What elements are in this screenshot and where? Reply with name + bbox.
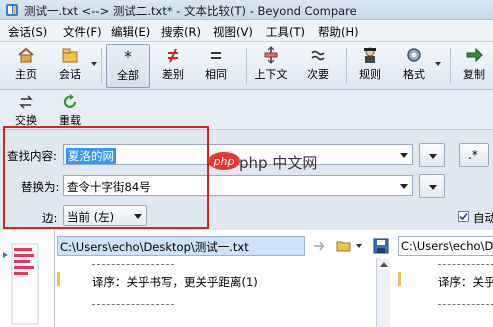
history-arrow-icon[interactable] xyxy=(312,238,328,254)
window-title: 测试一.txt <--> 测试二.txt* - 文本比较(T) - Beyond… xyxy=(24,4,357,18)
minor-button[interactable]: 次要 xyxy=(300,44,336,88)
separator-dashes xyxy=(92,304,174,305)
chevron-down-icon xyxy=(429,154,437,159)
sessions-dropdown-arrow-icon[interactable] xyxy=(91,62,97,66)
main-toolbar: 主页 会话 * 全部 差别 相同 上下文 次要 规则 格式 复制 xyxy=(0,42,493,90)
referee-icon xyxy=(364,47,376,63)
change-marker xyxy=(398,272,401,286)
find-dropdown-arrow-icon[interactable] xyxy=(400,153,408,158)
menu-help[interactable]: 帮助(H) xyxy=(318,24,359,40)
find-options-button[interactable] xyxy=(419,143,445,167)
compare-area: C:\Users\echo\Desktop\测试一.txt C:\Users\e… xyxy=(0,230,493,327)
right-path-value: C:\Users\echo\D xyxy=(401,239,493,253)
secondary-toolbar: 交换 重载 xyxy=(0,90,493,130)
sessions-button[interactable]: 会话 xyxy=(52,44,97,88)
left-path-field[interactable]: C:\Users\echo\Desktop\测试一.txt xyxy=(57,236,305,256)
menu-edit[interactable]: 编辑(E) xyxy=(111,24,150,40)
svg-text:php: php xyxy=(213,155,235,168)
thumbnail-pane[interactable] xyxy=(0,230,55,327)
copy-arrow-icon xyxy=(466,47,483,63)
toolbar-separator xyxy=(450,48,451,84)
menu-search[interactable]: 搜索(R) xyxy=(161,24,201,40)
replace-dropdown-arrow-icon[interactable] xyxy=(400,184,408,189)
menu-tools[interactable]: 工具(T) xyxy=(266,24,305,40)
left-text-line: 译序：关乎书写，更关乎距离(1) xyxy=(92,275,258,289)
beyond-compare-app-icon xyxy=(6,4,18,16)
right-text-line: 译序：关乎 xyxy=(438,275,493,289)
copy-button[interactable]: 复制 xyxy=(456,44,492,88)
right-path-field[interactable]: C:\Users\echo\D xyxy=(398,236,493,256)
menu-session[interactable]: 会话(S) xyxy=(8,24,47,40)
swap-icon xyxy=(19,95,33,109)
replace-options-button[interactable] xyxy=(419,174,445,198)
separator-dashes xyxy=(92,264,174,265)
auto-label: 自动 xyxy=(473,211,493,225)
sessions-icon xyxy=(62,48,78,63)
approx-equal-icon xyxy=(311,50,325,61)
title-bar: 测试一.txt <--> 测试二.txt* - 文本比较(T) - Beyond… xyxy=(0,0,493,20)
scroll-up-icon[interactable] xyxy=(380,262,388,267)
folder-dropdown-arrow-icon[interactable] xyxy=(356,244,362,248)
context-button[interactable]: 上下文 xyxy=(250,44,292,88)
not-equal-icon xyxy=(168,48,178,63)
auto-checkbox[interactable] xyxy=(458,211,469,222)
left-vertical-scrollbar[interactable] xyxy=(376,258,390,327)
watermark-text: php 中文网 xyxy=(239,154,318,172)
rules-button[interactable]: 规则 xyxy=(352,44,388,88)
toolbar-separator xyxy=(346,48,347,84)
change-marker xyxy=(57,272,60,286)
chevron-down-icon xyxy=(429,185,437,190)
menu-view[interactable]: 视图(V) xyxy=(213,24,253,40)
context-icon xyxy=(264,46,278,64)
toolbar-separator xyxy=(101,48,102,84)
menu-file[interactable]: 文件(F) xyxy=(63,24,102,40)
home-icon xyxy=(18,47,34,63)
home-button[interactable]: 主页 xyxy=(8,44,44,88)
highlight-box xyxy=(3,126,209,229)
separator-dashes xyxy=(438,264,493,265)
show-all-button[interactable]: * 全部 xyxy=(106,44,150,88)
open-folder-icon[interactable] xyxy=(336,238,352,254)
menu-bar: 会话(S) 文件(F) 编辑(E) 搜索(R) 视图(V) 工具(T) 帮助(H… xyxy=(0,20,493,42)
separator-dashes xyxy=(438,304,493,305)
regex-button[interactable]: .* xyxy=(459,143,489,167)
asterisk-icon: * xyxy=(124,47,132,65)
show-same-button[interactable]: 相同 xyxy=(198,44,234,88)
equal-icon xyxy=(211,52,221,59)
format-gear-icon xyxy=(407,48,421,62)
left-path-value: C:\Users\echo\Desktop\测试一.txt xyxy=(60,240,249,254)
save-icon[interactable] xyxy=(373,238,389,254)
reload-icon xyxy=(63,94,77,108)
thumbnail-map-icon xyxy=(3,243,39,325)
show-diffs-button[interactable]: 差别 xyxy=(155,44,191,88)
svg-text:*: * xyxy=(124,47,132,65)
checkmark-icon xyxy=(459,212,468,221)
toolbar-separator xyxy=(246,48,247,84)
format-button[interactable]: 格式 xyxy=(396,44,441,88)
format-dropdown-arrow-icon[interactable] xyxy=(435,62,441,66)
